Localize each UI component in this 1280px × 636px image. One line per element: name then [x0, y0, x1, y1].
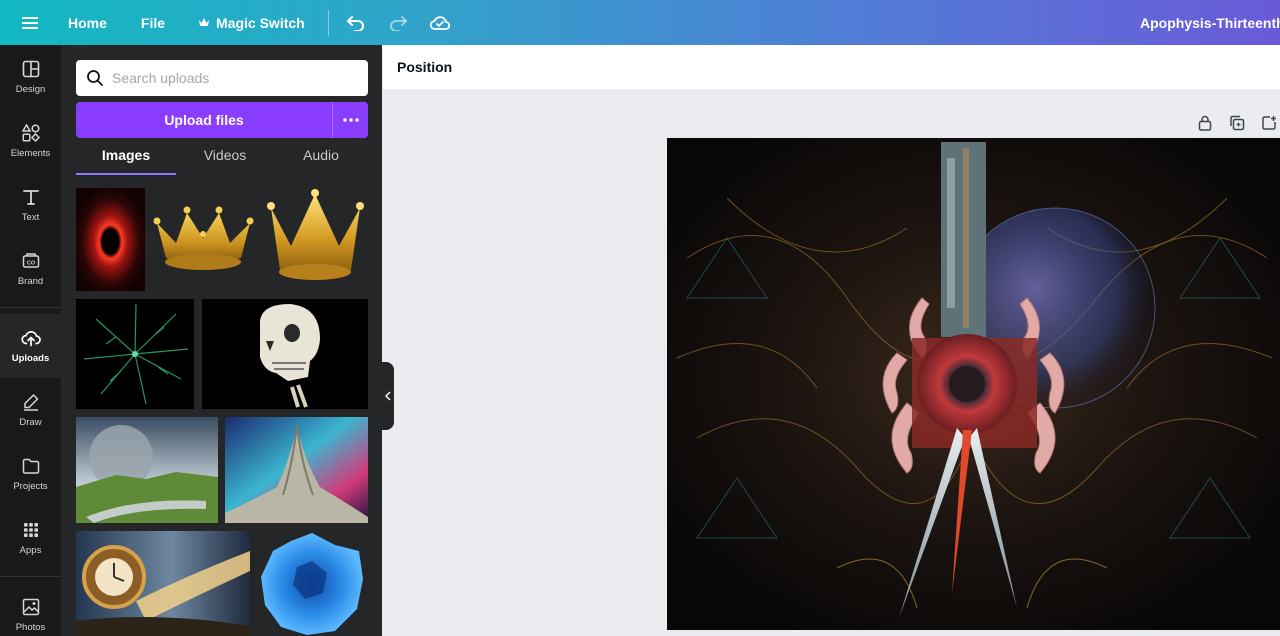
lock-page-button[interactable]: [1194, 112, 1216, 134]
red-eclipse-image[interactable]: [76, 188, 145, 291]
rail-divider: [0, 307, 61, 308]
gold-crown-image[interactable]: [151, 188, 256, 291]
menu-button[interactable]: [0, 0, 60, 45]
page-tools: [1194, 112, 1280, 134]
rail-item-apps[interactable]: Apps: [0, 506, 61, 570]
moon-landscape-image[interactable]: [76, 417, 218, 523]
fractal-artwork[interactable]: [667, 138, 1280, 630]
green-fractal-image[interactable]: [76, 299, 194, 409]
search-box[interactable]: [76, 60, 368, 96]
rail-label-projects: Projects: [13, 481, 48, 492]
skull-image[interactable]: [202, 299, 368, 409]
more-horizontal-icon: [342, 118, 359, 122]
rail-label-brand: Brand: [17, 276, 44, 287]
draw-icon: [23, 394, 38, 411]
document-title[interactable]: Apophysis-ThirteenthD: [1140, 0, 1280, 45]
add-page-icon: [1262, 116, 1276, 130]
rail-item-design[interactable]: Design: [0, 45, 61, 109]
undo-button[interactable]: [335, 0, 377, 45]
svg-text:CO: CO: [26, 261, 35, 267]
rail-divider: [0, 576, 61, 577]
media-tabs: Images Videos Audio: [76, 143, 368, 175]
design-icon: [22, 60, 39, 78]
design-canvas[interactable]: [667, 138, 1280, 630]
rail-label-draw: Draw: [19, 417, 42, 428]
clock-fantasy-image[interactable]: [76, 531, 250, 636]
tab-audio[interactable]: Audio: [274, 143, 368, 175]
rail-label-uploads: Uploads: [11, 353, 50, 364]
crown-icon: [199, 18, 210, 26]
rail-label-design: Design: [15, 84, 46, 95]
rail-label-apps: Apps: [19, 545, 42, 556]
blue-rose-image[interactable]: [257, 531, 368, 636]
rail-item-uploads[interactable]: Uploads: [0, 314, 61, 378]
lock-icon: [1198, 115, 1212, 131]
save-status-button[interactable]: [419, 0, 461, 45]
upload-row: Upload files: [76, 102, 368, 138]
rail-label-elements: Elements: [10, 148, 51, 159]
chevron-left-icon: [385, 391, 391, 401]
redo-button[interactable]: [377, 0, 419, 45]
rail-item-projects[interactable]: Projects: [0, 442, 61, 506]
cosmic-mountain-image[interactable]: [225, 417, 368, 523]
magic-switch-button[interactable]: Magic Switch: [182, 0, 322, 45]
home-menu[interactable]: Home: [60, 0, 124, 45]
photos-icon: [22, 598, 39, 616]
rail-item-text[interactable]: Text: [0, 173, 61, 237]
add-page-button[interactable]: [1258, 112, 1280, 134]
tab-videos[interactable]: Videos: [176, 143, 274, 175]
redo-icon: [389, 15, 407, 31]
rail-item-photos[interactable]: Photos: [0, 583, 61, 636]
brand-icon: CO: [22, 253, 39, 268]
more-options-button[interactable]: [332, 102, 368, 138]
duplicate-page-button[interactable]: [1226, 112, 1248, 134]
projects-icon: [22, 458, 39, 474]
top-bar: Home File Magic Switch Apophysis-Thirtee…: [0, 0, 1280, 45]
position-button[interactable]: Position: [397, 59, 452, 75]
uploads-icon: [20, 331, 41, 347]
tab-images[interactable]: Images: [76, 143, 176, 175]
rail-item-draw[interactable]: Draw: [0, 378, 61, 442]
rail-item-brand[interactable]: CO Brand: [0, 237, 61, 301]
hamburger-icon: [22, 16, 38, 29]
gold-crown-tall-image[interactable]: [263, 188, 368, 291]
topbar-divider: [327, 9, 329, 36]
elements-icon: [21, 123, 40, 143]
search-icon: [87, 70, 103, 86]
duplicate-icon: [1230, 115, 1245, 131]
upload-files-button[interactable]: Upload files: [76, 102, 332, 138]
search-input[interactable]: [112, 70, 362, 86]
collapse-panel-handle[interactable]: [382, 362, 394, 430]
rail-item-elements[interactable]: Elements: [0, 109, 61, 173]
left-rail: Design Elements Text CO Brand Uploads Dr…: [0, 45, 61, 636]
cloud-check-icon: [429, 15, 450, 30]
rail-label-text: Text: [21, 212, 40, 223]
context-toolbar: Position: [383, 45, 1280, 89]
undo-icon: [346, 15, 364, 31]
apps-icon: [23, 523, 38, 537]
uploads-panel: Upload files Images Videos Audio: [61, 45, 382, 636]
magic-switch-label: Magic Switch: [216, 14, 305, 31]
rail-label-photos: Photos: [15, 622, 46, 633]
file-menu[interactable]: File: [124, 0, 182, 45]
text-icon: [22, 190, 39, 205]
